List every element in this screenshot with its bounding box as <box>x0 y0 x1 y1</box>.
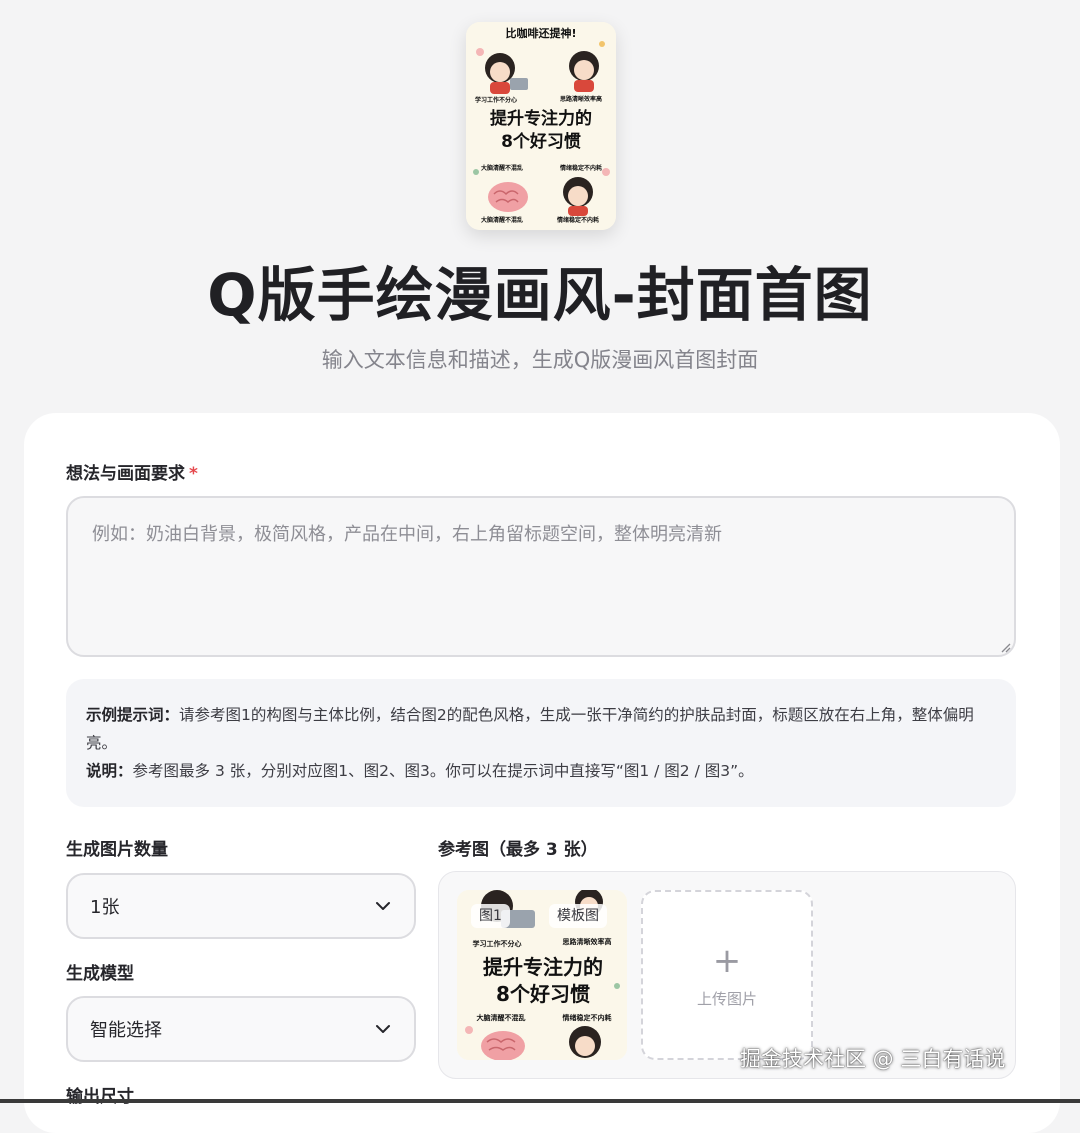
size-label: 输出尺寸 <box>66 1087 134 1107</box>
hint-box: 示例提示词：请参考图1的构图与主体比例，结合图2的配色风格，生成一张干净简约的护… <box>66 679 1016 807</box>
idea-textarea[interactable] <box>66 496 1016 657</box>
cover-caption-bl: 大脑清醒不混乱 <box>481 164 523 172</box>
model-select-value: 智能选择 <box>90 1020 162 1041</box>
hero-cover-image: 比咖啡还提神! 学习工作不分心 思路清晰效率高 提升专注力的 8个好习惯 大脑清… <box>466 22 616 230</box>
upload-image-button[interactable]: + 上传图片 <box>641 890 813 1060</box>
required-mark: * <box>189 464 198 484</box>
note-hint-label: 说明： <box>86 762 133 780</box>
watermark: 掘金技术社区 @ 三白有话说 <box>740 1047 1006 1071</box>
form-card: 想法与画面要求* 示例提示词：请参考图1的构图与主体比例，结合图2的配色风格，生… <box>24 413 1060 1133</box>
page-subtitle: 输入文本信息和描述，生成Q版漫画风首图封面 <box>321 348 759 372</box>
cover-headline-2: 8个好习惯 <box>501 131 581 152</box>
example-hint: 示例提示词：请参考图1的构图与主体比例，结合图2的配色风格，生成一张干净简约的护… <box>86 701 996 757</box>
idea-label-text: 想法与画面要求 <box>66 464 185 484</box>
ref-headline-2: 8个好习惯 <box>496 982 590 1006</box>
cover-caption-bl2: 大脑清醒不混乱 <box>481 216 523 224</box>
ref-caption-tr: 思路清晰效率高 <box>563 937 612 946</box>
model-select[interactable]: 智能选择 <box>66 996 416 1062</box>
idea-label: 想法与画面要求 * <box>66 459 198 484</box>
ref-caption-tl: 学习工作不分心 <box>473 939 522 948</box>
count-select[interactable]: 1张 <box>66 873 416 939</box>
page-title: Q版手绘漫画风-封面首图 <box>207 261 873 329</box>
chevron-down-icon <box>376 902 390 910</box>
count-select-value: 1张 <box>90 897 120 918</box>
cover-caption-tr: 思路清晰效率高 <box>560 95 602 103</box>
ref-type-tag: 模板图 <box>549 904 607 928</box>
cover-caption-tl: 学习工作不分心 <box>475 96 517 104</box>
cover-caption-br: 情绪稳定不内耗 <box>560 164 602 172</box>
count-label: 生成图片数量 <box>66 840 168 860</box>
reference-image[interactable]: 学习工作不分心 思路清晰效率高 提升专注力的 8个好习惯 大脑清醒不混乱 情绪稳… <box>457 890 627 1060</box>
chevron-down-icon <box>376 1025 390 1033</box>
ref-label: 参考图（最多 3 张） <box>438 840 598 860</box>
bottom-divider <box>0 1099 1080 1103</box>
note-hint: 说明：参考图最多 3 张，分别对应图1、图2、图3。你可以在提示词中直接写“图1… <box>86 757 996 785</box>
upload-label: 上传图片 <box>696 990 757 1008</box>
cover-headline-1: 提升专注力的 <box>490 108 592 129</box>
example-hint-label: 示例提示词： <box>86 706 180 724</box>
model-label: 生成模型 <box>66 964 134 984</box>
ref-index-tag: 图1 <box>471 904 510 928</box>
resize-handle-icon[interactable] <box>999 641 1011 653</box>
cover-caption-br2: 情绪稳定不内耗 <box>557 216 599 224</box>
note-hint-text: 参考图最多 3 张，分别对应图1、图2、图3。你可以在提示词中直接写“图1 / … <box>132 762 754 780</box>
example-hint-text: 请参考图1的构图与主体比例，结合图2的配色风格，生成一张干净简约的护肤品封面，标… <box>86 706 974 752</box>
ref-headline-1: 提升专注力的 <box>483 955 603 979</box>
plus-icon: + <box>712 941 742 981</box>
cover-banner-text: 比咖啡还提神! <box>505 26 576 40</box>
ref-caption-br: 情绪稳定不内耗 <box>563 1013 612 1022</box>
ref-caption-bl: 大脑清醒不混乱 <box>477 1013 526 1022</box>
